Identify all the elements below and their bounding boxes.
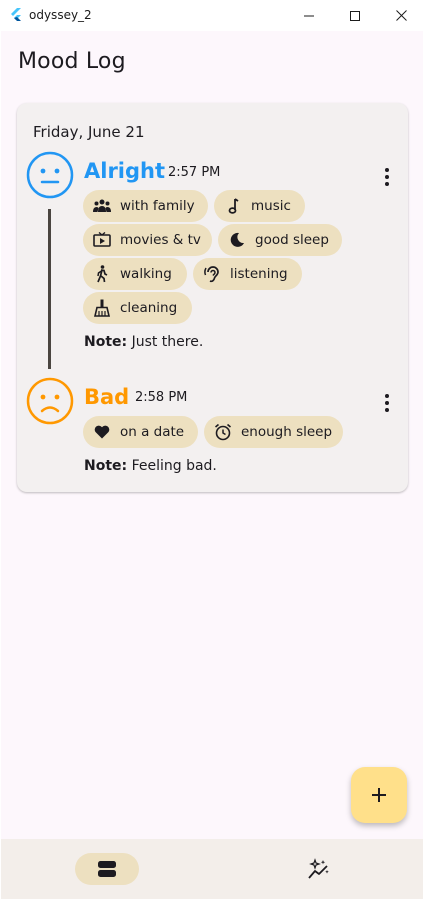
entry-time: 2:58 PM bbox=[135, 390, 188, 405]
broom-icon bbox=[93, 299, 111, 317]
nav-insights[interactable] bbox=[287, 853, 351, 885]
entry-menu-button[interactable] bbox=[377, 391, 397, 415]
maximize-icon bbox=[350, 10, 360, 21]
activity-label: good sleep bbox=[255, 232, 329, 248]
insights-icon bbox=[308, 858, 329, 879]
tv-icon bbox=[93, 231, 111, 249]
activity-label: cleaning bbox=[120, 300, 178, 316]
activity-label: listening bbox=[230, 266, 288, 282]
window-title: odyssey_2 bbox=[29, 8, 92, 22]
log-list-icon bbox=[98, 861, 116, 877]
add-entry-button[interactable] bbox=[351, 767, 407, 823]
note-text: Just there. bbox=[127, 334, 204, 350]
family-icon bbox=[93, 197, 111, 215]
entry-note: Note: Just there. bbox=[84, 334, 203, 350]
more-vert-icon bbox=[385, 394, 389, 398]
activity-label: walking bbox=[120, 266, 172, 282]
activity-chip[interactable]: music bbox=[214, 190, 305, 222]
minimize-icon bbox=[304, 15, 314, 16]
moon-icon bbox=[228, 231, 246, 249]
heart-icon bbox=[93, 423, 111, 441]
activity-label: movies & tv bbox=[120, 232, 201, 248]
music-note-icon bbox=[224, 197, 242, 215]
mood-label: Alright bbox=[84, 159, 166, 183]
activity-chip[interactable]: on a date bbox=[83, 416, 198, 448]
activity-chip[interactable]: listening bbox=[193, 258, 302, 290]
day-date: Friday, June 21 bbox=[33, 123, 145, 141]
nav-mood-log[interactable] bbox=[75, 853, 139, 885]
entry-time: 2:57 PM bbox=[168, 165, 221, 180]
day-card: Friday, June 21 Alright 2:57 PM with fam… bbox=[17, 103, 408, 492]
bottom-navigation bbox=[1, 839, 423, 899]
note-text: Feeling bad. bbox=[127, 458, 217, 474]
close-window-button[interactable] bbox=[378, 0, 424, 31]
more-vert-icon bbox=[385, 168, 389, 172]
window-titlebar: odyssey_2 bbox=[0, 0, 424, 31]
sad-face-icon bbox=[26, 377, 74, 425]
minimize-button[interactable] bbox=[286, 0, 332, 31]
entry-menu-button[interactable] bbox=[377, 165, 397, 189]
page-title: Mood Log bbox=[18, 49, 126, 74]
activity-chip[interactable]: cleaning bbox=[83, 292, 192, 324]
timeline-connector bbox=[48, 209, 51, 369]
activity-label: on a date bbox=[120, 424, 185, 440]
activity-chip[interactable]: good sleep bbox=[218, 224, 342, 256]
activity-label: music bbox=[251, 198, 291, 214]
mood-label: Bad bbox=[84, 385, 130, 409]
note-label: Note: bbox=[84, 334, 128, 350]
ear-icon bbox=[203, 265, 221, 283]
activity-label: enough sleep bbox=[241, 424, 333, 440]
close-icon bbox=[395, 10, 407, 21]
alarm-clock-icon bbox=[214, 423, 232, 441]
activity-label: with family bbox=[120, 198, 195, 214]
activity-chip[interactable]: enough sleep bbox=[204, 416, 343, 448]
walking-icon bbox=[93, 265, 111, 283]
flutter-logo-icon bbox=[11, 8, 21, 21]
activity-chip[interactable]: walking bbox=[83, 258, 187, 290]
maximize-button[interactable] bbox=[332, 0, 378, 31]
neutral-face-icon bbox=[26, 151, 74, 199]
app-body: Mood Log Friday, June 21 Alright 2:57 PM… bbox=[1, 31, 423, 899]
entry-note: Note: Feeling bad. bbox=[84, 458, 217, 474]
activity-chip[interactable]: movies & tv bbox=[83, 224, 212, 256]
activity-chip[interactable]: with family bbox=[83, 190, 208, 222]
plus-icon bbox=[372, 788, 386, 802]
note-label: Note: bbox=[84, 458, 128, 474]
